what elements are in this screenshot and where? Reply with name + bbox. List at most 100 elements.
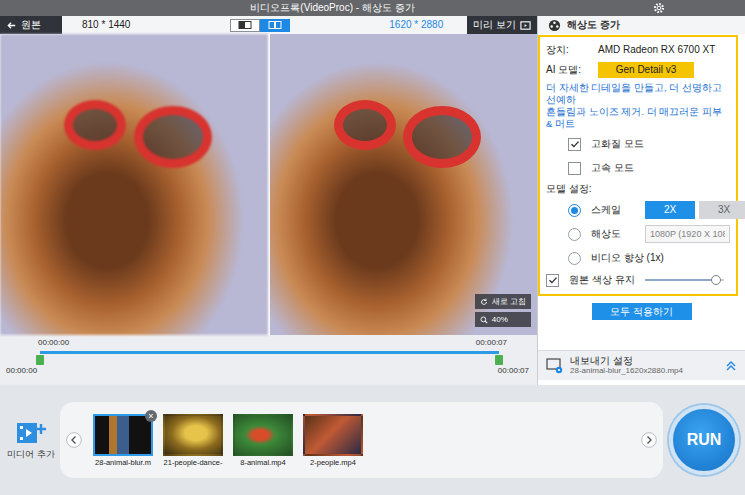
- preview-pane: 원본 810 * 1440 1620 * 2880 미리 보기: [0, 16, 538, 385]
- keep-color-row: 원본 색상 유지: [546, 270, 730, 290]
- media-item[interactable]: 8-animal.mp4: [230, 414, 296, 467]
- export-settings[interactable]: 내보내기 설정 28-animal-blur_1620x2880.mp4: [538, 350, 745, 380]
- mode-row: 고화질 모드: [546, 132, 730, 156]
- window-title: 비디오프록(VideoProc) - 해상도 증가: [250, 2, 414, 14]
- mode-checkbox[interactable]: [568, 162, 581, 175]
- model-settings-label: 모델 설정:: [546, 180, 730, 198]
- original-size: 810 * 1440: [62, 19, 230, 31]
- option-label: 스케일: [591, 204, 645, 216]
- refresh-label: 새로 고침: [492, 297, 526, 307]
- preview-icon: [520, 20, 531, 31]
- export-file-name: 28-animal-blur_1620x2880.mp4: [570, 366, 683, 376]
- film-icon: [548, 19, 561, 32]
- timeline-track[interactable]: [40, 351, 499, 354]
- preview-label: 미리 보기: [473, 19, 516, 31]
- option-row: 비디오 향상 (1x): [546, 246, 730, 270]
- panel-title: 해상도 증가: [567, 19, 620, 31]
- preview-toolbar: 원본 810 * 1440 1620 * 2880 미리 보기: [0, 16, 537, 34]
- scale-button[interactable]: 2X: [645, 201, 695, 219]
- original-frame: [0, 34, 268, 335]
- video-start-time: 00:00:00: [6, 366, 37, 376]
- media-item[interactable]: 2-people.mp4: [300, 414, 366, 467]
- output-size: 1620 * 2880: [290, 19, 467, 31]
- original-label: 원본: [21, 19, 41, 31]
- description-line: 흔들림과 노이즈 제거. 더 매끄러운 피부 & 머트: [546, 106, 730, 130]
- zoom-level: 40%: [492, 315, 508, 325]
- add-media-icon: [16, 420, 46, 446]
- timeline-selection: [40, 351, 499, 354]
- original-tab[interactable]: 원본: [0, 16, 62, 34]
- mode-row: 고속 모드: [546, 156, 730, 180]
- preview-button[interactable]: 미리 보기: [467, 16, 537, 34]
- color-slider-fill: [645, 279, 716, 281]
- zoom-button[interactable]: 40%: [475, 312, 531, 327]
- scale-choices: 2X3X: [645, 201, 745, 219]
- gear-icon[interactable]: [653, 2, 665, 14]
- option-radio[interactable]: [568, 228, 581, 241]
- option-radio[interactable]: [568, 252, 581, 265]
- media-strip: × 28-animal-blur.m 21-people-dance- 8-anima…: [60, 402, 663, 478]
- model-description: 더 자세한 디테일을 만들고, 더 선명하고 선예하 흔들림과 노이즈 제거. …: [546, 82, 730, 130]
- description-line: 더 자세한 디테일을 만들고, 더 선명하고 선예하: [546, 82, 730, 106]
- media-thumbnail[interactable]: [163, 414, 223, 456]
- media-bar: 미디어 추가 × 28-animal-blur.m 21-people-dance-…: [0, 385, 745, 495]
- option-label: 해상도: [591, 228, 645, 240]
- color-slider-track[interactable]: [645, 279, 724, 281]
- keep-color-checkbox[interactable]: [546, 274, 559, 287]
- resolution-field[interactable]: [645, 225, 730, 243]
- title-bar: 비디오프록(VideoProc) - 해상도 증가: [0, 0, 745, 16]
- app-window: 비디오프록(VideoProc) - 해상도 증가 원본 810 * 1440: [0, 0, 745, 495]
- option-row: 해상도: [546, 222, 730, 246]
- run-button[interactable]: RUN: [669, 405, 739, 475]
- preview-area: 새로 고침 40%: [0, 34, 537, 335]
- media-thumbnail[interactable]: [303, 414, 363, 456]
- timeline: 00:00:00 00:00:07 00:00:00 00:00:07: [0, 335, 537, 385]
- add-media-button[interactable]: 미디어 추가: [8, 420, 54, 459]
- zoom-icon: [480, 316, 488, 324]
- media-item[interactable]: 21-people-dance-: [160, 414, 226, 467]
- media-name: 2-people.mp4: [310, 458, 356, 467]
- chevron-up-icon[interactable]: [725, 360, 737, 372]
- model-label: AI 모델:: [546, 64, 598, 76]
- settings-panel: 해상도 증가 장치: AMD Radeon RX 6700 XT AI 모델: …: [538, 16, 745, 385]
- view-toggle: [230, 19, 290, 32]
- split-view-icon: [238, 21, 252, 29]
- trim-end-handle[interactable]: [495, 355, 503, 365]
- panel-header: 해상도 증가: [538, 16, 745, 34]
- remove-media-button[interactable]: ×: [145, 410, 157, 422]
- refresh-button[interactable]: 새로 고침: [475, 294, 531, 309]
- trim-end-time: 00:00:07: [476, 338, 507, 348]
- keep-color-label: 원본 색상 유지: [569, 274, 635, 286]
- media-name: 21-people-dance-: [164, 458, 223, 467]
- trim-start-handle[interactable]: [36, 355, 44, 365]
- refresh-icon: [480, 298, 488, 306]
- export-icon: [546, 358, 564, 374]
- mode-label: 고화질 모드: [591, 138, 644, 150]
- side-by-side-button[interactable]: [260, 19, 290, 32]
- scroll-right-icon[interactable]: [641, 432, 657, 448]
- ai-settings-box: 장치: AMD Radeon RX 6700 XT AI 모델: Gen Det…: [538, 35, 738, 296]
- side-by-side-icon: [268, 21, 282, 29]
- option-row: 스케일2X3X: [546, 198, 730, 222]
- export-label: 내보내기 설정: [570, 355, 683, 366]
- option-label: 비디오 향상 (1x): [591, 252, 664, 264]
- scale-button[interactable]: 3X: [699, 201, 745, 219]
- model-selector[interactable]: Gen Detail v3: [598, 62, 694, 78]
- color-slider-knob[interactable]: [711, 275, 721, 285]
- back-arrow-icon: [6, 20, 17, 31]
- media-thumbnail[interactable]: [233, 414, 293, 456]
- option-radio[interactable]: [568, 204, 581, 217]
- split-view-button[interactable]: [230, 19, 260, 32]
- enhanced-frame: 새로 고침 40%: [270, 34, 538, 335]
- add-media-label: 미디어 추가: [7, 449, 54, 459]
- media-name: 28-animal-blur.m: [95, 458, 151, 467]
- apply-all-button[interactable]: 모두 적용하기: [592, 303, 692, 320]
- media-thumbnail[interactable]: ×: [93, 414, 153, 456]
- mode-checkbox[interactable]: [568, 138, 581, 151]
- video-end-time: 00:00:07: [498, 366, 529, 376]
- device-name: AMD Radeon RX 6700 XT: [598, 44, 715, 56]
- mode-label: 고속 모드: [591, 162, 634, 174]
- media-name: 8-animal.mp4: [240, 458, 285, 467]
- media-item[interactable]: × 28-animal-blur.m: [90, 414, 156, 467]
- scroll-left-icon[interactable]: [66, 432, 82, 448]
